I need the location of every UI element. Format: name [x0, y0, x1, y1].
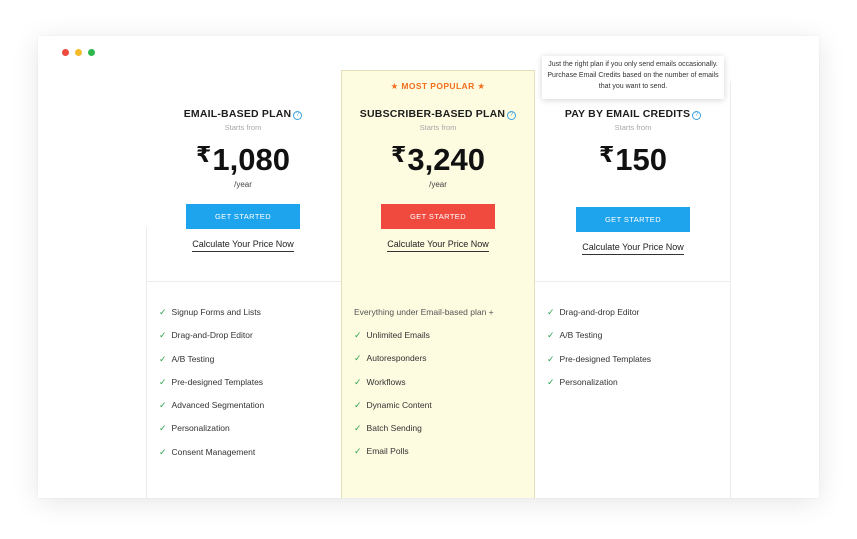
rupee-symbol: ₹ [391, 142, 407, 167]
check-icon: ✓ [159, 446, 167, 457]
feature-item: ✓ Signup Forms and Lists [159, 307, 261, 317]
feature-item: ✓ Email Polls [354, 446, 409, 457]
plan-price: ₹3,240 [391, 142, 485, 177]
price-period: /year [429, 180, 447, 189]
help-icon[interactable]: ? [692, 111, 702, 120]
get-started-button[interactable]: GET STARTED [186, 204, 300, 229]
starts-from-label: Starts from [614, 123, 652, 132]
check-icon: ✓ [547, 330, 555, 341]
check-icon: ✓ [159, 307, 167, 317]
feature-item: ✓ A/B Testing [547, 330, 603, 341]
feature-item: ✓ Advanced Segmentation [159, 400, 265, 411]
feature-list-email-based: ✓ Signup Forms and Lists ✓ Drag-and-Drop E… [159, 307, 264, 470]
minimize-dot-icon[interactable] [75, 49, 82, 56]
rupee-symbol: ₹ [598, 142, 615, 167]
feature-list-subscriber-based: ✓ Unlimited Emails ✓ Autoresponders ✓ Workf… [354, 330, 432, 470]
price-period [536, 180, 730, 192]
starts-from-label: Starts from [419, 123, 457, 132]
rupee-symbol: ₹ [196, 142, 212, 167]
feature-item: ✓ Unlimited Emails [354, 330, 430, 340]
feature-intro: Everything under Email-based plan + [354, 307, 494, 317]
feature-item: ✓ Pre-designed Templates [159, 376, 264, 387]
plan-price: ₹150 [598, 142, 668, 177]
calculate-price-link[interactable]: Calculate Your Price Now [192, 239, 294, 252]
feature-item: ✓ Workflows [354, 376, 406, 387]
get-started-button[interactable]: GET STARTED [576, 207, 690, 232]
feature-item: ✓ Personalization [159, 423, 230, 434]
price-period: /year [234, 180, 252, 189]
credits-tooltip: Just the right plan if you only send ema… [542, 56, 724, 99]
feature-item: ✓ Pre-designed Templates [547, 353, 652, 364]
check-icon: ✓ [159, 423, 167, 434]
check-icon: ✓ [159, 353, 167, 364]
check-icon: ✓ [354, 423, 362, 434]
calculate-price-link[interactable]: Calculate Your Price Now [387, 239, 489, 252]
feature-item: ✓ Autoresponders [354, 353, 427, 364]
check-icon: ✓ [547, 376, 555, 387]
feature-item: ✓ Drag-and-drop Editor [547, 307, 640, 317]
feature-item: ✓ Batch Sending [354, 423, 422, 434]
check-icon: ✓ [547, 307, 555, 317]
feature-item: ✓ Personalization [547, 376, 618, 387]
plan-email-credits: PAY BY EMAIL CREDITS? Starts from ₹150 G… [536, 108, 730, 255]
column-divider [146, 227, 147, 498]
window-controls [62, 49, 95, 56]
check-icon: ✓ [547, 353, 555, 364]
plan-title: SUBSCRIBER-BASED PLAN? [341, 108, 535, 120]
check-icon: ✓ [354, 376, 362, 387]
help-icon[interactable]: ? [507, 111, 517, 120]
check-icon: ✓ [159, 400, 167, 411]
feature-item: ✓ Dynamic Content [354, 399, 432, 410]
check-icon: ✓ [354, 446, 362, 457]
feature-item: ✓ Consent Management [159, 446, 256, 457]
feature-item: ✓ Drag-and-Drop Editor [159, 330, 253, 341]
get-started-button[interactable]: GET STARTED [381, 204, 495, 229]
feature-list-email-credits: ✓ Drag-and-drop Editor ✓ A/B Testing ✓ Pre-… [547, 307, 651, 400]
help-icon[interactable]: ? [293, 111, 303, 120]
check-icon: ✓ [159, 376, 167, 387]
check-icon: ✓ [354, 353, 362, 364]
check-icon: ✓ [159, 330, 167, 341]
plan-price: ₹1,080 [196, 142, 290, 177]
most-popular-badge: ★ MOST POPULAR ★ [390, 81, 486, 91]
plan-title: EMAIL-BASED PLAN? [146, 108, 340, 120]
column-divider [730, 81, 731, 498]
browser-window: ★ MOST POPULAR ★ Just the right plan if … [38, 36, 819, 498]
close-dot-icon[interactable] [62, 49, 69, 56]
maximize-dot-icon[interactable] [88, 49, 95, 56]
starts-from-label: Starts from [224, 123, 262, 132]
plan-title: PAY BY EMAIL CREDITS? [536, 108, 730, 120]
plan-subscriber-based: SUBSCRIBER-BASED PLAN? Starts from ₹3,24… [341, 108, 535, 252]
check-icon: ✓ [354, 399, 362, 410]
plan-email-based: EMAIL-BASED PLAN? Starts from ₹1,080 /ye… [146, 108, 340, 252]
feature-item: ✓ A/B Testing [159, 353, 215, 364]
calculate-price-link[interactable]: Calculate Your Price Now [582, 242, 684, 255]
check-icon: ✓ [354, 330, 362, 340]
